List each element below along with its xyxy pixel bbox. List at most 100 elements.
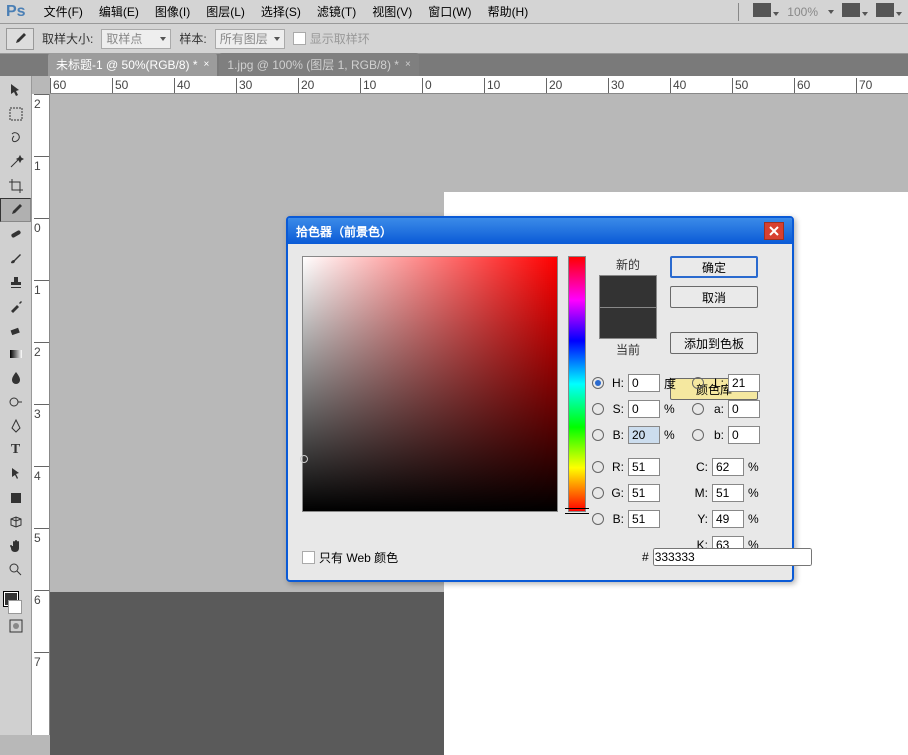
ruler-tick: 40 xyxy=(174,78,190,94)
bri-radio[interactable] xyxy=(592,429,604,441)
b-radio[interactable] xyxy=(592,513,604,525)
g-input[interactable] xyxy=(628,484,660,502)
c-input[interactable] xyxy=(712,458,744,476)
current-tool-icon[interactable] xyxy=(6,28,34,50)
move-tool[interactable] xyxy=(0,78,31,102)
sample-select[interactable]: 所有图层 xyxy=(215,29,285,49)
dodge-tool[interactable] xyxy=(0,390,31,414)
hand-tool[interactable] xyxy=(0,534,31,558)
stamp-tool[interactable] xyxy=(0,270,31,294)
menu-filter[interactable]: 滤镜(T) xyxy=(309,3,364,20)
a-radio[interactable] xyxy=(692,403,704,415)
ruler-tick: 10 xyxy=(360,78,376,94)
sat-radio[interactable] xyxy=(592,403,604,415)
menu-edit[interactable]: 编辑(E) xyxy=(91,3,147,20)
document-tab[interactable]: 1.jpg @ 100% (图层 1, RGB/8) * × xyxy=(219,53,418,76)
sample-size-select[interactable]: 取样点 xyxy=(101,29,171,49)
web-colors-only-checkbox[interactable]: 只有 Web 颜色 xyxy=(302,549,398,566)
hue-cursor-icon xyxy=(565,508,589,514)
arrange-icon[interactable] xyxy=(842,3,868,20)
type-tool[interactable]: T xyxy=(0,438,31,462)
vertical-ruler: 2 1 0 1 2 3 4 5 6 7 xyxy=(32,94,50,735)
ruler-tick: 1 xyxy=(34,280,50,297)
lab-b-input[interactable] xyxy=(728,426,760,444)
menu-layer[interactable]: 图层(L) xyxy=(198,3,253,20)
ruler-tick: 30 xyxy=(236,78,252,94)
dialog-titlebar[interactable]: 拾色器（前景色） xyxy=(288,218,792,244)
tab-close-icon[interactable]: × xyxy=(204,59,210,70)
a-input[interactable] xyxy=(728,400,760,418)
menu-help[interactable]: 帮助(H) xyxy=(480,3,537,20)
ruler-tick: 60 xyxy=(50,78,66,94)
path-select-tool[interactable] xyxy=(0,462,31,486)
hex-input[interactable] xyxy=(653,548,812,566)
pen-tool[interactable] xyxy=(0,414,31,438)
menu-window[interactable]: 窗口(W) xyxy=(420,3,479,20)
overflow-region xyxy=(50,592,444,755)
b-input[interactable] xyxy=(628,510,660,528)
tab-label: 未标题-1 @ 50%(RGB/8) * xyxy=(56,56,198,73)
cancel-button[interactable]: 取消 xyxy=(670,286,758,308)
r-radio[interactable] xyxy=(592,461,604,473)
y-input[interactable] xyxy=(712,510,744,528)
a-label: a: xyxy=(708,402,724,416)
show-sampling-ring-checkbox[interactable]: 显示取样环 xyxy=(293,30,370,47)
hue-radio[interactable] xyxy=(592,377,604,389)
ruler-tick: 50 xyxy=(112,78,128,94)
sample-label: 样本: xyxy=(179,30,206,47)
color-picker-dialog: 拾色器（前景色） 新的 当前 确定 取消 添加到色板 颜色库 xyxy=(286,216,794,582)
hex-label: # xyxy=(642,550,649,564)
l-label: L: xyxy=(708,376,724,390)
bri-unit: % xyxy=(664,428,678,442)
shape-tool[interactable] xyxy=(0,486,31,510)
sat-input[interactable] xyxy=(628,400,660,418)
ok-button[interactable]: 确定 xyxy=(670,256,758,278)
saturation-value-field[interactable] xyxy=(302,256,558,512)
gradient-tool[interactable] xyxy=(0,342,31,366)
m-input[interactable] xyxy=(712,484,744,502)
add-to-swatches-button[interactable]: 添加到色板 xyxy=(670,332,758,354)
background-swatch[interactable] xyxy=(0,606,31,614)
quickmask-toggle[interactable] xyxy=(0,614,31,638)
screen-mode-icon[interactable] xyxy=(876,3,902,20)
l-input[interactable] xyxy=(728,374,760,392)
eyedropper-icon xyxy=(12,31,28,47)
ruler-tick: 1 xyxy=(34,156,50,173)
bri-input[interactable] xyxy=(628,426,660,444)
healing-tool[interactable] xyxy=(0,222,31,246)
blur-tool[interactable] xyxy=(0,366,31,390)
current-color-swatch[interactable] xyxy=(599,307,657,339)
marquee-tool[interactable] xyxy=(0,102,31,126)
ruler-tick: 7 xyxy=(34,652,50,669)
brush-tool[interactable] xyxy=(0,246,31,270)
menu-select[interactable]: 选择(S) xyxy=(253,3,309,20)
zoom-level[interactable]: 100% xyxy=(787,5,818,19)
c-label: C: xyxy=(692,460,708,474)
eyedropper-tool[interactable] xyxy=(0,198,31,222)
menu-file[interactable]: 文件(F) xyxy=(36,3,91,20)
zoom-tool[interactable] xyxy=(0,558,31,582)
menu-view[interactable]: 视图(V) xyxy=(364,3,420,20)
tab-label: 1.jpg @ 100% (图层 1, RGB/8) * xyxy=(227,56,399,73)
launch-bridge-icon[interactable] xyxy=(753,3,779,20)
wand-tool[interactable] xyxy=(0,150,31,174)
sv-cursor-icon xyxy=(300,455,308,463)
dialog-close-button[interactable] xyxy=(764,222,784,240)
hue-slider[interactable] xyxy=(568,256,586,512)
m-label: M: xyxy=(692,486,708,500)
g-radio[interactable] xyxy=(592,487,604,499)
eraser-tool[interactable] xyxy=(0,318,31,342)
3d-tool[interactable] xyxy=(0,510,31,534)
crop-tool[interactable] xyxy=(0,174,31,198)
lab-b-radio[interactable] xyxy=(692,429,704,441)
menu-image[interactable]: 图像(I) xyxy=(147,3,198,20)
dialog-title: 拾色器（前景色） xyxy=(296,223,392,240)
r-input[interactable] xyxy=(628,458,660,476)
lasso-tool[interactable] xyxy=(0,126,31,150)
g-label: G: xyxy=(608,486,624,500)
tab-close-icon[interactable]: × xyxy=(405,59,411,70)
history-brush-tool[interactable] xyxy=(0,294,31,318)
hue-input[interactable] xyxy=(628,374,660,392)
l-radio[interactable] xyxy=(692,377,704,389)
document-tab[interactable]: 未标题-1 @ 50%(RGB/8) * × xyxy=(48,53,217,76)
